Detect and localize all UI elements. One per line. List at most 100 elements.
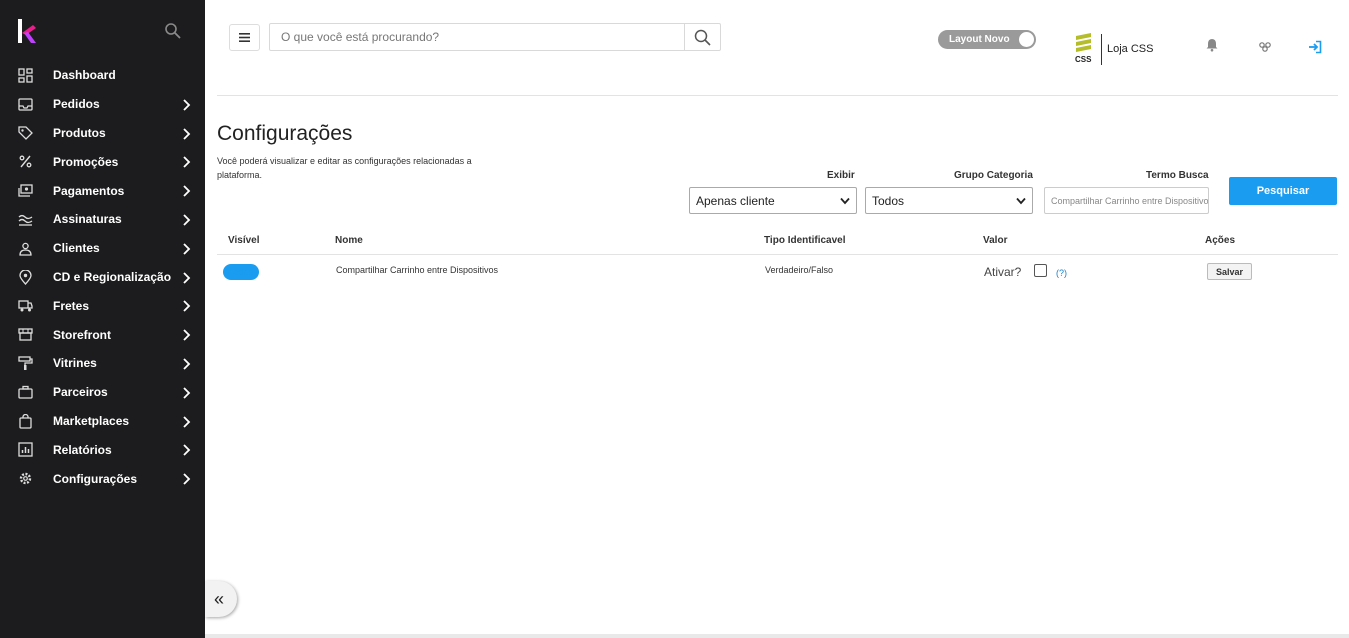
double-chevron-left-icon: «: [213, 588, 224, 609]
sidebar-item-parceiros[interactable]: Parceiros: [0, 378, 205, 407]
ativar-checkbox[interactable]: [1034, 264, 1047, 277]
sidebar-item-label: Storefront: [53, 327, 111, 342]
termo-busca-label: Termo Busca: [1146, 170, 1209, 181]
gear-icon: [19, 472, 32, 485]
chevron-right-icon: [183, 444, 191, 456]
sidebar-item-promocoes[interactable]: Promoções: [0, 147, 205, 176]
user-icon: [19, 242, 32, 256]
exibir-select-value: Apenas cliente: [696, 193, 775, 208]
sidebar-item-label: CD e Regionalização: [53, 269, 172, 284]
sidebar-item-dashboard[interactable]: Dashboard: [0, 61, 205, 90]
chevron-right-icon: [183, 127, 191, 140]
column-header-valor: Valor: [983, 235, 1008, 246]
sidebar-item-label: Vitrines: [53, 356, 97, 371]
exibir-select[interactable]: Apenas cliente: [689, 187, 857, 214]
help-link[interactable]: (?): [1056, 268, 1067, 278]
sidebar-item-label: Relatórios: [53, 442, 112, 457]
sidebar-item-vitrines[interactable]: Vitrines: [0, 349, 205, 378]
sidebar-item-assinaturas[interactable]: Assinaturas: [0, 205, 205, 234]
location-pin-icon: [19, 269, 32, 285]
termo-busca-input[interactable]: Compartilhar Carrinho entre Dispositivos: [1044, 187, 1209, 214]
pesquisar-button[interactable]: Pesquisar: [1229, 177, 1337, 205]
sidebar-item-label: Marketplaces: [53, 413, 130, 428]
money-icon: [18, 184, 33, 197]
storefront-icon: [18, 328, 33, 341]
chevron-right-icon: [183, 415, 191, 428]
inbox-icon: [18, 98, 33, 111]
sidebar-item-storefront[interactable]: Storefront: [0, 320, 205, 349]
logout-icon[interactable]: [1308, 40, 1322, 54]
chevron-down-icon: [840, 197, 850, 205]
search-icon[interactable]: [164, 22, 182, 40]
exibir-label: Exibir: [827, 170, 855, 181]
sidebar-item-label: Configurações: [53, 471, 138, 486]
collapse-sidebar-button[interactable]: «: [205, 581, 237, 617]
store-divider: [1101, 34, 1102, 65]
header-divider: [217, 95, 1338, 96]
bell-icon[interactable]: [1205, 38, 1219, 52]
chevron-right-icon: [183, 358, 191, 370]
chevron-right-icon: [183, 473, 191, 485]
grupo-categoria-select[interactable]: Todos: [865, 187, 1033, 214]
chevron-right-icon: [183, 99, 191, 111]
report-chart-icon: [18, 442, 33, 458]
store-logo-text: CSS: [1075, 55, 1092, 63]
search-button[interactable]: [684, 24, 720, 50]
chevron-right-icon: [183, 214, 191, 226]
menu-toggle-button[interactable]: [229, 24, 260, 51]
chevron-right-icon: [183, 185, 191, 197]
sidebar-item-label: Pedidos: [53, 97, 100, 112]
page-title: Configurações: [217, 122, 353, 145]
search-input[interactable]: [270, 24, 670, 50]
table-header-divider: [217, 254, 1338, 255]
sidebar-item-clientes[interactable]: Clientes: [0, 234, 205, 263]
briefcase-icon: [18, 385, 33, 399]
truck-icon: [18, 300, 33, 312]
search-icon: [694, 29, 711, 46]
chevron-right-icon: [183, 329, 191, 341]
paint-roller-icon: [18, 356, 33, 370]
sidebar-item-label: Promoções: [53, 154, 119, 169]
hamburger-icon: [239, 33, 250, 42]
chevron-down-icon: [1016, 197, 1026, 205]
sidebar-item-label: Parceiros: [53, 385, 108, 400]
chevron-right-icon: [183, 387, 191, 399]
grupo-select-value: Todos: [872, 193, 905, 208]
row-type: Verdadeiro/Falso: [765, 265, 834, 275]
store-logo[interactable]: CSS: [1074, 33, 1094, 63]
column-header-visivel: Visível: [228, 235, 260, 246]
shopping-bag-icon: [19, 413, 32, 429]
sidebar-item-relatorios[interactable]: Relatórios: [0, 435, 205, 464]
global-search: [269, 23, 721, 51]
sidebar-item-produtos[interactable]: Produtos: [0, 119, 205, 148]
tag-icon: [18, 125, 33, 140]
bottom-scroll-track: [205, 634, 1349, 638]
sidebar-item-pagamentos[interactable]: Pagamentos: [0, 176, 205, 205]
column-header-nome: Nome: [335, 235, 363, 246]
sidebar: Dashboard Pedidos Produtos Promoções Pag…: [0, 0, 205, 638]
brand-logo-icon[interactable]: [17, 19, 37, 43]
layout-novo-toggle[interactable]: Layout Novo: [938, 30, 1036, 49]
sidebar-item-marketplaces[interactable]: Marketplaces: [0, 407, 205, 436]
sidebar-item-cd-regionalizacao[interactable]: CD e Regionalização: [0, 263, 205, 292]
visibility-badge: Todos: [223, 264, 259, 280]
sidebar-item-pedidos[interactable]: Pedidos: [0, 90, 205, 119]
ativar-label: Ativar?: [984, 265, 1022, 279]
chevron-right-icon: [183, 300, 191, 313]
waves-icon: [18, 214, 33, 226]
salvar-button[interactable]: Salvar: [1207, 263, 1252, 280]
grupo-categoria-label: Grupo Categoria: [954, 170, 1033, 181]
toggle-knob: [1019, 32, 1034, 47]
layout-toggle-label: Layout Novo: [949, 34, 1010, 45]
chevron-right-icon: [183, 156, 191, 169]
sidebar-item-label: Clientes: [53, 241, 100, 256]
sidebar-item-configuracoes[interactable]: Configurações: [0, 464, 205, 493]
store-name[interactable]: Loja CSS: [1107, 43, 1153, 55]
percent-icon: [19, 155, 32, 168]
sidebar-item-label: Pagamentos: [53, 183, 125, 198]
sidebar-item-label: Produtos: [53, 125, 106, 140]
sidebar-item-label: Assinaturas: [53, 212, 122, 227]
sidebar-item-fretes[interactable]: Fretes: [0, 291, 205, 320]
chevron-right-icon: [183, 271, 191, 284]
users-group-icon[interactable]: [1258, 40, 1272, 54]
